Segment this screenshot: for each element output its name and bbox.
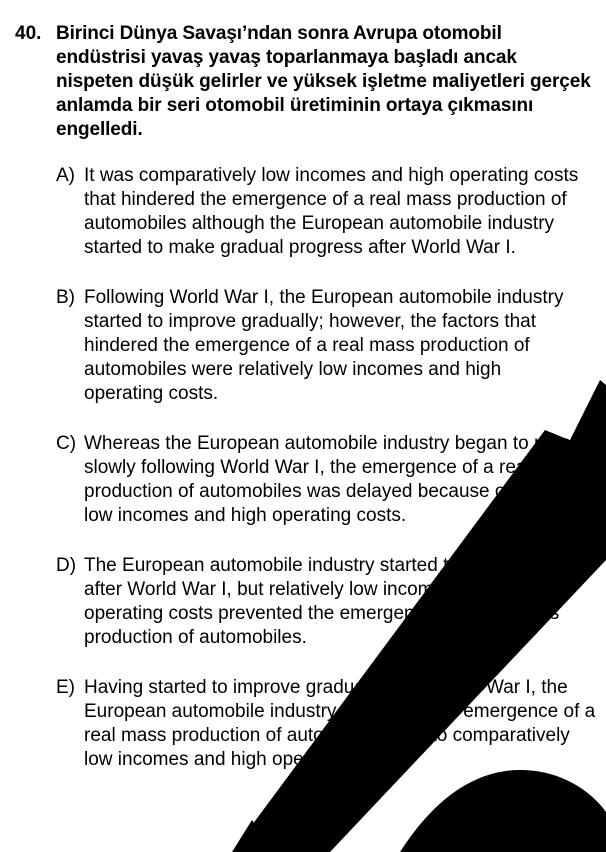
answer-options: A) It was comparatively low incomes and … [56, 164, 601, 798]
option-text: Following World War I, the European auto… [84, 287, 564, 404]
question-number: 40. [15, 23, 42, 44]
answer-option-d[interactable]: D) The European automobile industry star… [56, 554, 601, 650]
answer-option-b[interactable]: B) Following World War I, the European a… [56, 286, 601, 406]
question-stem: Birinci Dünya Savaşı’ndan sonra Avrupa o… [56, 23, 591, 140]
option-letter: A) [56, 165, 75, 186]
option-letter: D) [56, 555, 77, 576]
option-text: Having started to improve gradually afte… [84, 677, 596, 770]
watermark-stroke-corner [232, 820, 275, 852]
option-text: Whereas the European automobile industry… [84, 433, 598, 526]
option-letter: B) [56, 287, 75, 308]
answer-option-e[interactable]: E) Having started to improve gradually a… [56, 676, 601, 772]
option-letter: C) [56, 433, 77, 454]
question-page: 40. Birinci Dünya Savaşı’ndan sonra Avru… [0, 0, 606, 852]
answer-option-c[interactable]: C) Whereas the European automobile indus… [56, 432, 601, 528]
option-text: The European automobile industry started… [84, 555, 585, 648]
option-text: It was comparatively low incomes and hig… [84, 165, 579, 258]
answer-option-a[interactable]: A) It was comparatively low incomes and … [56, 164, 601, 260]
option-letter: E) [56, 677, 75, 698]
